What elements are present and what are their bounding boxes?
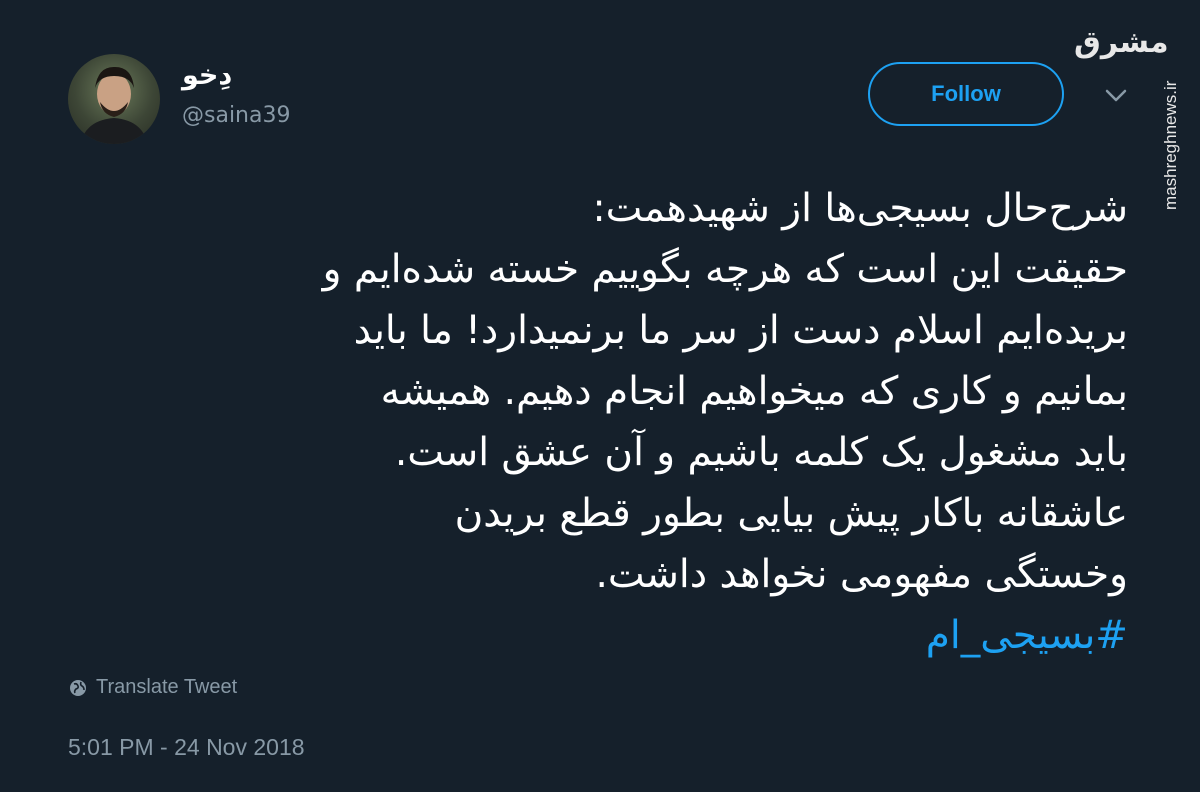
tweet-line: بمانیم و کاری که میخواهیم انجام دهیم. هم… <box>380 369 1128 414</box>
watermark-logo: مشرق <box>1074 25 1169 60</box>
tweet-timestamp[interactable]: 5:01 PM - 24 Nov 2018 <box>68 734 305 761</box>
tweet-text: شرح‌حال بسیجی‌ها از شهیدهمت: حقیقت این ا… <box>60 178 1128 666</box>
hashtag-link[interactable]: #بسیجی_ام <box>60 605 1128 666</box>
tweet-line: شرح‌حال بسیجی‌ها از شهیدهمت: <box>592 186 1128 231</box>
tweet-line: باید مشغول یک کلمه باشیم و آن عشق است. <box>394 430 1128 475</box>
globe-icon <box>70 679 86 696</box>
user-handle[interactable]: @saina39 <box>182 105 290 127</box>
translate-label: Translate Tweet <box>96 676 238 698</box>
follow-button[interactable]: Follow <box>868 62 1064 126</box>
tweet-line: وخستگی مفهومی نخواهد داشت. <box>595 552 1129 597</box>
tweet-line: بریده‌ایم اسلام دست از سر ما برنمیدارد! … <box>353 308 1128 353</box>
display-name[interactable]: دِخو <box>182 62 232 89</box>
watermark-url: mashreghnews.ir <box>1161 80 1180 210</box>
tweet-line: حقیقت این است که هرچه بگوییم خسته شده‌ای… <box>322 247 1128 292</box>
translate-tweet-link[interactable]: Translate Tweet <box>68 676 237 699</box>
tweet-line: عاشقانه باکار پیش بیایی بطور قطع بریدن <box>454 491 1128 536</box>
avatar[interactable] <box>68 54 160 144</box>
chevron-down-icon[interactable] <box>1104 88 1128 104</box>
